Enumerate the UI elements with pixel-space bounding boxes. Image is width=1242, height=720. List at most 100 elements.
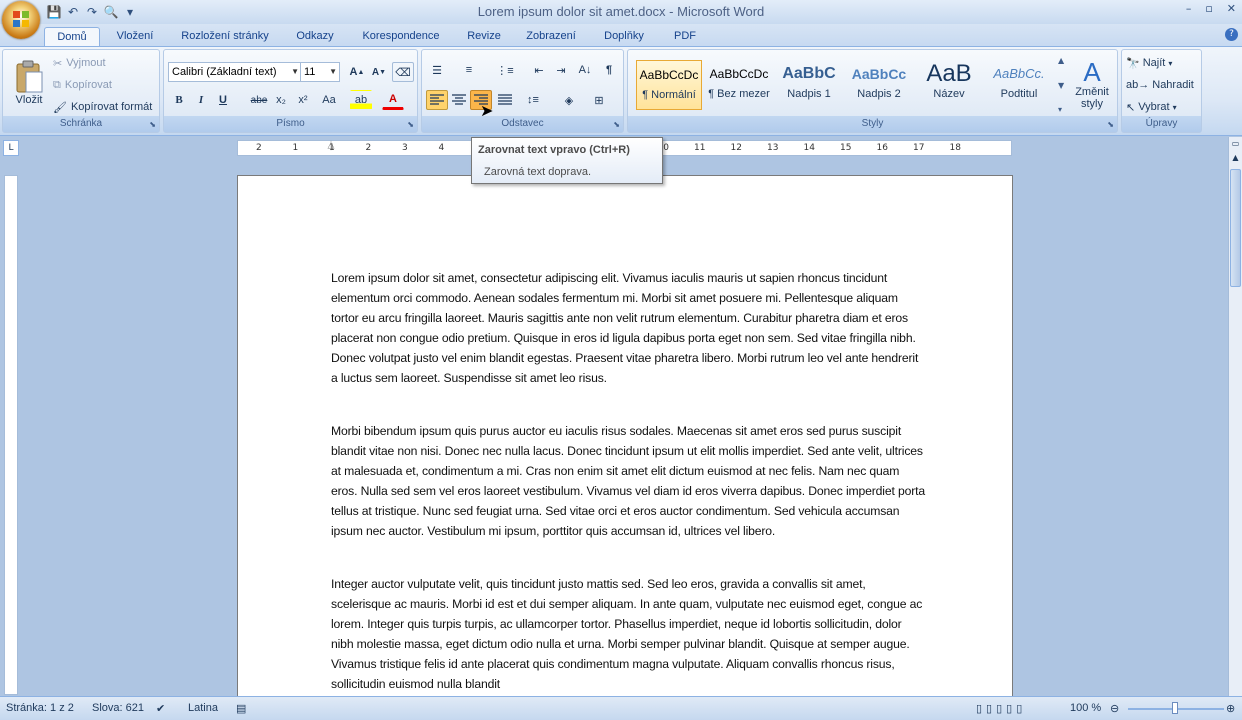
font-color-icon[interactable]: A: [382, 90, 404, 110]
replace-button[interactable]: ab→ Nahradit: [1126, 76, 1194, 94]
scissors-icon: ✂: [53, 57, 63, 70]
title-bar: 💾 ↶ ↷ 🔍 ▾ Lorem ipsum dolor sit amet.doc…: [0, 0, 1242, 24]
style-heading-1-preview: AaBbC: [782, 65, 836, 82]
styles-group: AaBbCcDc ¶ Normální AaBbCcDc ¶ Bez mezer…: [627, 49, 1118, 133]
styles-scroll[interactable]: ▲ ▼ ▾: [1058, 56, 1068, 114]
sort-icon[interactable]: A↓: [574, 60, 596, 80]
underline-button[interactable]: U: [212, 90, 234, 110]
tab-pdf[interactable]: PDF: [664, 27, 706, 47]
mouse-cursor-icon: ➤: [480, 101, 494, 120]
style-normal[interactable]: AaBbCcDc ¶ Normální: [636, 60, 702, 110]
tab-review[interactable]: Revize: [458, 27, 510, 47]
tab-selector-icon[interactable]: L: [3, 140, 19, 156]
paste-icon: [16, 60, 43, 93]
font-launcher-icon[interactable]: ⬊: [407, 120, 414, 129]
language[interactable]: Latina: [188, 702, 218, 714]
tab-references[interactable]: Odkazy: [288, 27, 342, 47]
proofing-icon[interactable]: ✔: [156, 702, 165, 715]
bold-button[interactable]: B: [168, 90, 190, 110]
style-no-spacing[interactable]: AaBbCcDc ¶ Bez mezer: [706, 60, 772, 110]
increase-indent-icon[interactable]: ⇥: [550, 60, 572, 80]
tab-mailings[interactable]: Korespondence: [352, 27, 450, 47]
tab-addins[interactable]: Doplňky: [594, 27, 654, 47]
ruler-toggle-icon[interactable]: ▭: [1230, 139, 1241, 151]
borders-icon[interactable]: ⊞: [588, 90, 610, 110]
align-left-icon[interactable]: [426, 90, 448, 110]
decrease-indent-icon[interactable]: ⇤: [528, 60, 550, 80]
view-buttons[interactable]: ▯▯▯▯▯: [976, 702, 1026, 715]
binoculars-icon: 🔭: [1126, 57, 1140, 70]
styles-launcher-icon[interactable]: ⬊: [1107, 120, 1114, 129]
maximize-button[interactable]: ▫: [1205, 2, 1212, 15]
style-heading-1[interactable]: AaBbC Nadpis 1: [776, 60, 842, 110]
change-styles-button[interactable]: A Změnit styly: [1070, 54, 1114, 114]
style-heading-1-label: Nadpis 1: [787, 88, 831, 100]
ruler-number: 2: [365, 143, 372, 153]
office-logo-icon: [13, 11, 29, 27]
close-button[interactable]: ✕: [1227, 2, 1236, 15]
zoom-in-icon[interactable]: ⊕: [1226, 702, 1235, 715]
document-page[interactable]: Lorem ipsum dolor sit amet, consectetur …: [237, 175, 1013, 720]
copy-button[interactable]: ⧉ Kopírovat: [53, 76, 112, 94]
zoom-slider-handle[interactable]: [1172, 702, 1178, 714]
paragraph-group: ☰ ≡ ⋮≡ ⇤ ⇥ A↓ ¶ ↕≡ ◈ ⊞ ➤ Odstavec ⬊: [421, 49, 624, 133]
word-count[interactable]: Slova: 621: [92, 702, 144, 714]
scrollbar-thumb[interactable]: [1230, 169, 1241, 287]
macro-icon[interactable]: ▤: [236, 702, 246, 715]
minimize-button[interactable]: –: [1186, 2, 1192, 15]
italic-button[interactable]: I: [190, 90, 212, 110]
indent-marker-icon[interactable]: ⏃: [326, 139, 336, 157]
subscript-button[interactable]: x₂: [270, 90, 292, 110]
grow-font-button[interactable]: A ▲: [346, 62, 368, 82]
style-subtitle[interactable]: AaBbCc. Podtitul: [986, 60, 1052, 110]
document-paragraph[interactable]: Integer auctor vulputate velit, quis tin…: [331, 574, 926, 694]
clear-format-icon[interactable]: ⌫: [392, 62, 414, 82]
style-heading-2[interactable]: AaBbCc Nadpis 2: [846, 60, 912, 110]
justify-icon[interactable]: [494, 90, 516, 110]
tab-home[interactable]: Domů: [44, 27, 100, 47]
style-subtitle-label: Podtitul: [1000, 88, 1038, 100]
cut-button[interactable]: ✂ Vyjmout: [53, 54, 106, 72]
select-button[interactable]: ↖ Vybrat ▾: [1126, 98, 1177, 116]
zoom-level[interactable]: 100 %: [1070, 702, 1101, 714]
vertical-scrollbar[interactable]: ▭ ▲: [1228, 137, 1242, 696]
tab-view[interactable]: Zobrazení: [518, 27, 584, 47]
page-count[interactable]: Stránka: 1 z 2: [6, 702, 74, 714]
bullets-icon[interactable]: ☰: [426, 60, 448, 80]
font-size-select[interactable]: 11 ▼: [300, 62, 340, 82]
help-icon[interactable]: ?: [1225, 28, 1238, 41]
clipboard-launcher-icon[interactable]: ⬊: [149, 120, 156, 129]
paste-button[interactable]: Vložit: [7, 52, 51, 114]
shading-icon[interactable]: ◈: [558, 90, 580, 110]
align-center-icon[interactable]: [448, 90, 470, 110]
paragraph-launcher-icon[interactable]: ⬊: [613, 120, 620, 129]
style-title[interactable]: AaB Název: [916, 60, 982, 110]
multilevel-list-icon[interactable]: ⋮≡: [494, 60, 516, 80]
show-formatting-icon[interactable]: ¶: [598, 60, 620, 80]
replace-label: Nahradit: [1152, 79, 1194, 91]
superscript-button[interactable]: x²: [292, 90, 314, 110]
shrink-font-button[interactable]: A ▼: [368, 62, 390, 82]
ruler-number: 1: [292, 143, 299, 153]
tab-insert[interactable]: Vložení: [108, 27, 162, 47]
tab-page-layout[interactable]: Rozložení stránky: [172, 27, 278, 47]
change-styles-icon: A: [1083, 57, 1101, 87]
window-title: Lorem ipsum dolor sit amet.docx - Micros…: [477, 4, 765, 19]
highlight-icon[interactable]: ab: [350, 90, 372, 110]
strikethrough-button[interactable]: abe: [248, 90, 270, 110]
ruler-number: 2: [256, 143, 262, 153]
line-spacing-icon[interactable]: ↕≡: [522, 90, 544, 110]
office-button[interactable]: [2, 1, 40, 39]
change-case-button[interactable]: Aa: [318, 90, 340, 110]
format-painter-button[interactable]: 🖌 Kopírovat formát: [53, 98, 152, 116]
zoom-out-icon[interactable]: ⊖: [1110, 702, 1119, 715]
style-no-spacing-preview: AaBbCcDc: [709, 67, 769, 81]
style-no-spacing-label: ¶ Bez mezer: [708, 88, 770, 100]
document-paragraph[interactable]: Lorem ipsum dolor sit amet, consectetur …: [331, 268, 926, 388]
document-paragraph[interactable]: Morbi bibendum ipsum quis purus auctor e…: [331, 421, 926, 541]
font-family-select[interactable]: Calibri (Základní text) ▼: [168, 62, 302, 82]
scroll-up-icon[interactable]: ▲: [1230, 153, 1241, 165]
clipboard-group: Vložit ✂ Vyjmout ⧉ Kopírovat 🖌 Kopírovat fo…: [2, 49, 160, 133]
find-button[interactable]: 🔭 Najít ▾: [1126, 54, 1172, 72]
numbering-icon[interactable]: ≡: [458, 60, 480, 80]
